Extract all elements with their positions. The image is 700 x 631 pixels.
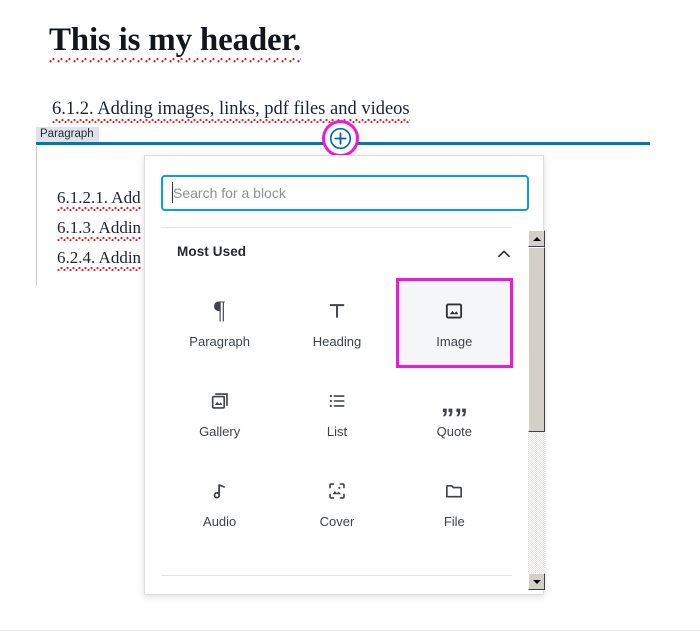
scroll-up-button[interactable] — [528, 230, 545, 247]
search-divider — [161, 227, 512, 228]
block-item-list[interactable]: List — [278, 368, 395, 458]
block-item-audio[interactable]: Audio — [161, 458, 278, 548]
scroll-up-arrow-icon — [532, 236, 541, 241]
gallery-icon — [207, 388, 233, 414]
block-item-label: Image — [436, 333, 473, 349]
block-item-label: List — [326, 423, 348, 439]
search-input[interactable] — [161, 175, 529, 211]
panel-bottom-divider — [161, 575, 512, 576]
scroll-down-button[interactable] — [528, 573, 545, 590]
block-item-file[interactable]: File — [396, 458, 513, 548]
chevron-up-icon[interactable] — [495, 245, 513, 263]
search-row — [145, 156, 543, 221]
text-caret — [172, 182, 173, 203]
body-line: 6.1.2.1. Add — [57, 188, 141, 208]
block-item-label: File — [443, 513, 465, 529]
body-line-text: 6.1.2.1. Add — [57, 188, 141, 211]
block-item-label: Cover — [319, 513, 355, 529]
section-title: Most Used — [177, 244, 247, 259]
page-title: This is my header. — [49, 22, 301, 59]
block-item-label: Gallery — [199, 423, 241, 439]
plus-circle-icon — [329, 127, 352, 150]
body-line-text: 6.1.3. Addin — [57, 218, 142, 241]
block-item-gallery[interactable]: Gallery — [161, 368, 278, 458]
add-block-button[interactable] — [322, 120, 359, 157]
body-line: 6.1.3. Addin — [57, 218, 142, 241]
heading-icon — [324, 298, 350, 324]
section-header-most-used[interactable]: Most Used — [161, 244, 513, 266]
block-item-heading[interactable]: Heading — [278, 278, 395, 368]
block-inserter-popover: Most Used ¶ Paragraph Heading — [144, 155, 544, 595]
page-title-text: This is my header. — [49, 22, 301, 63]
block-item-label: Paragraph — [189, 333, 251, 349]
scrollbar-thumb[interactable] — [528, 247, 545, 432]
block-item-label: Quote — [436, 423, 473, 439]
cover-icon — [324, 478, 350, 504]
page-canvas: This is my header. 6.1.2. Adding images,… — [0, 0, 700, 631]
block-item-paragraph[interactable]: ¶ Paragraph — [161, 278, 278, 368]
block-type-label: Paragraph — [36, 127, 99, 142]
paragraph-icon: ¶ — [213, 296, 226, 324]
block-left-rail — [36, 146, 37, 286]
image-icon — [441, 298, 467, 324]
body-line: 6.2.4. Addin — [57, 248, 142, 271]
file-icon — [441, 478, 467, 504]
list-icon — [324, 388, 350, 414]
block-item-label: Audio — [203, 513, 237, 529]
block-item-quote[interactable]: „„ Quote — [396, 368, 513, 458]
scroll-down-arrow-icon — [532, 579, 541, 584]
audio-icon — [207, 478, 233, 504]
quote-icon: „„ — [440, 387, 468, 418]
block-item-image[interactable]: Image — [395, 278, 513, 368]
inserter-scrollbar[interactable] — [528, 230, 545, 590]
subheading: 6.1.2. Adding images, links, pdf files a… — [52, 99, 410, 120]
body-line-text: 6.2.4. Addin — [57, 248, 142, 271]
block-item-cover[interactable]: Cover — [278, 458, 395, 548]
block-grid: ¶ Paragraph Heading Image Gallery List „… — [161, 278, 513, 548]
block-item-label: Heading — [312, 333, 362, 349]
